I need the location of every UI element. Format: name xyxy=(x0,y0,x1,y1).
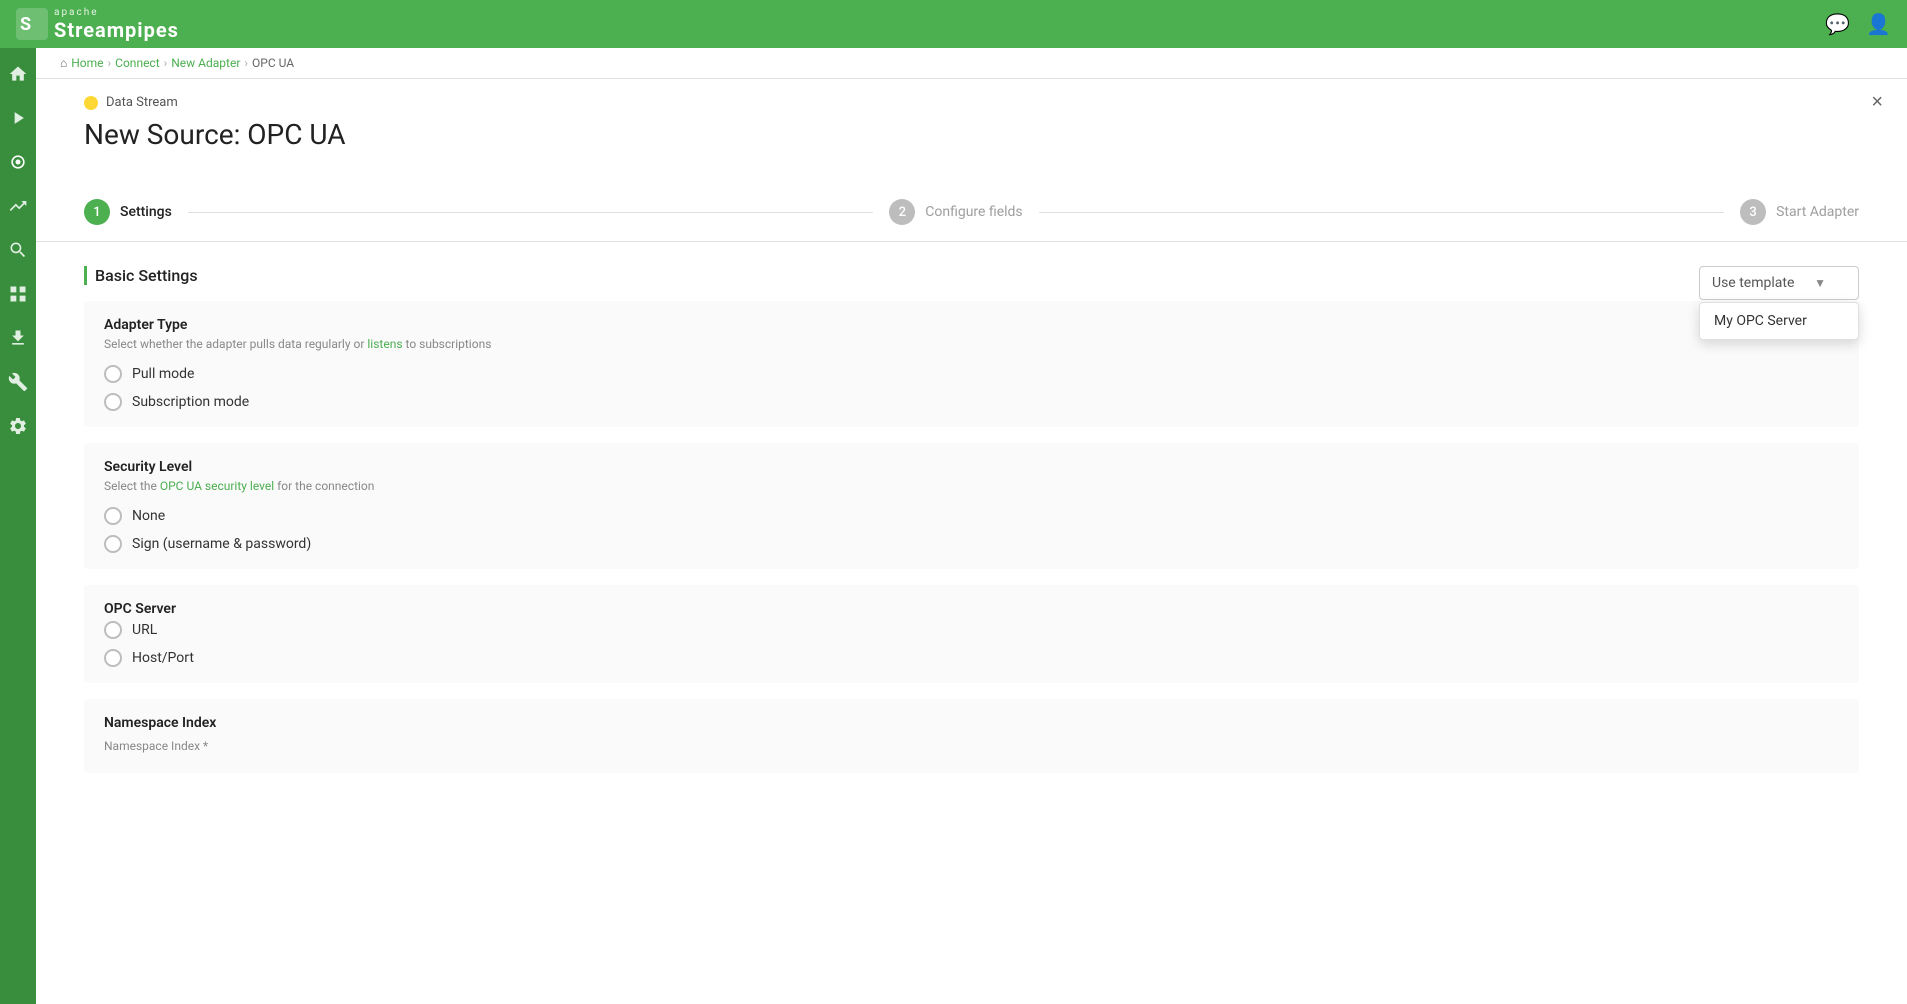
radio-none[interactable]: None xyxy=(104,507,1839,525)
breadcrumb-sep-1: › xyxy=(108,56,112,70)
step-2-label: Configure fields xyxy=(925,204,1022,220)
badge-label: Data Stream xyxy=(106,95,178,110)
user-icon[interactable]: 👤 xyxy=(1866,12,1891,36)
template-dropdown-container: Use template ▼ My OPC Server xyxy=(1699,266,1859,300)
opc-server-title: OPC Server xyxy=(104,601,1839,617)
sidebar xyxy=(0,48,36,1004)
radio-pull-mode-label: Pull mode xyxy=(132,366,194,382)
step-line-2 xyxy=(1039,212,1724,213)
namespace-index-field-label: Namespace Index * xyxy=(104,739,1839,753)
opc-server-group: OPC Server URL Host/Port xyxy=(84,585,1859,683)
radio-none-circle xyxy=(104,507,122,525)
security-level-desc: Select the OPC UA security level for the… xyxy=(104,479,1839,493)
radio-sign-label: Sign (username & password) xyxy=(132,536,311,552)
security-level-group: Security Level Select the OPC UA securit… xyxy=(84,443,1859,569)
opc-ua-link[interactable]: OPC UA security level xyxy=(160,479,274,493)
sidebar-item-analytics[interactable] xyxy=(0,184,36,228)
breadcrumb-home[interactable]: Home xyxy=(71,56,103,70)
template-dropdown-menu: My OPC Server xyxy=(1699,302,1859,340)
step-1-label: Settings xyxy=(120,204,172,220)
radio-sign-circle xyxy=(104,535,122,553)
radio-none-label: None xyxy=(132,508,165,524)
radio-sign[interactable]: Sign (username & password) xyxy=(104,535,1839,553)
sidebar-item-home[interactable] xyxy=(0,52,36,96)
badge-dot xyxy=(84,96,98,110)
logo-icon: S xyxy=(16,8,48,40)
namespace-index-group: Namespace Index Namespace Index * xyxy=(84,699,1859,773)
breadcrumb-current: OPC UA xyxy=(252,56,294,70)
breadcrumb: ⌂ Home › Connect › New Adapter › OPC UA xyxy=(36,48,1907,79)
step-3-circle: 3 xyxy=(1740,199,1766,225)
sidebar-item-connect[interactable] xyxy=(0,140,36,184)
breadcrumb-sep-3: › xyxy=(244,56,248,70)
radio-pull-mode-circle xyxy=(104,365,122,383)
step-line-1 xyxy=(188,212,873,213)
template-option-my-opc-server[interactable]: My OPC Server xyxy=(1700,303,1858,339)
adapter-type-desc: Select whether the adapter pulls data re… xyxy=(104,337,1839,351)
content-body: Use template ▼ My OPC Server Basic Setti… xyxy=(36,242,1907,813)
step-2-circle: 2 xyxy=(889,199,915,225)
step-3: 3 Start Adapter xyxy=(1740,183,1859,241)
sidebar-item-grid[interactable] xyxy=(0,272,36,316)
radio-subscription-mode-label: Subscription mode xyxy=(132,394,249,410)
radio-url-label: URL xyxy=(132,622,157,638)
logo-apache: apache xyxy=(54,7,179,18)
step-1-circle: 1 xyxy=(84,199,110,225)
sidebar-item-pipeline[interactable] xyxy=(0,96,36,140)
step-2: 2 Configure fields xyxy=(889,183,1022,241)
radio-subscription-mode[interactable]: Subscription mode xyxy=(104,393,1839,411)
namespace-index-title: Namespace Index xyxy=(104,715,1839,731)
content-area: ⌂ Home › Connect › New Adapter › OPC UA … xyxy=(36,48,1907,1004)
security-level-title: Security Level xyxy=(104,459,1839,475)
sidebar-item-settings[interactable] xyxy=(0,404,36,448)
stepper: 1 Settings 2 Configure fields 3 Start xyxy=(36,183,1907,242)
breadcrumb-sep-2: › xyxy=(164,56,168,70)
adapter-type-title: Adapter Type xyxy=(104,317,1839,333)
topbar-icons: 💬 👤 xyxy=(1825,12,1891,36)
sidebar-item-download[interactable] xyxy=(0,316,36,360)
radio-url[interactable]: URL xyxy=(104,621,1839,639)
radio-host-port-label: Host/Port xyxy=(132,650,194,666)
sidebar-item-wrench[interactable] xyxy=(0,360,36,404)
dropdown-arrow-icon: ▼ xyxy=(1814,276,1826,290)
page-header: Data Stream New Source: OPC UA xyxy=(36,79,1907,183)
basic-settings-title: Basic Settings xyxy=(84,266,1859,285)
template-placeholder: Use template xyxy=(1712,275,1794,291)
svg-text:S: S xyxy=(20,14,31,35)
radio-url-circle xyxy=(104,621,122,639)
step-3-label: Start Adapter xyxy=(1776,204,1859,220)
data-stream-badge: Data Stream xyxy=(84,95,1859,110)
listens-link[interactable]: listens xyxy=(367,337,402,351)
step-1: 1 Settings xyxy=(84,183,172,241)
use-template-button[interactable]: Use template ▼ xyxy=(1699,266,1859,300)
logo: S apache Streampipes xyxy=(16,7,179,42)
breadcrumb-new-adapter[interactable]: New Adapter xyxy=(171,56,240,70)
logo-name: Streampipes xyxy=(54,18,179,42)
adapter-type-group: Adapter Type Select whether the adapter … xyxy=(84,301,1859,427)
close-button[interactable]: × xyxy=(1871,91,1883,114)
sidebar-item-search[interactable] xyxy=(0,228,36,272)
radio-host-port-circle xyxy=(104,649,122,667)
radio-pull-mode[interactable]: Pull mode xyxy=(104,365,1839,383)
page-container: × Data Stream New Source: OPC UA 1 Setti… xyxy=(36,79,1907,1004)
home-icon: ⌂ xyxy=(60,56,67,70)
topbar: S apache Streampipes 💬 👤 xyxy=(0,0,1907,48)
breadcrumb-connect[interactable]: Connect xyxy=(115,56,159,70)
radio-subscription-mode-circle xyxy=(104,393,122,411)
page-title: New Source: OPC UA xyxy=(84,118,1859,151)
radio-host-port[interactable]: Host/Port xyxy=(104,649,1839,667)
chat-icon[interactable]: 💬 xyxy=(1825,12,1850,36)
